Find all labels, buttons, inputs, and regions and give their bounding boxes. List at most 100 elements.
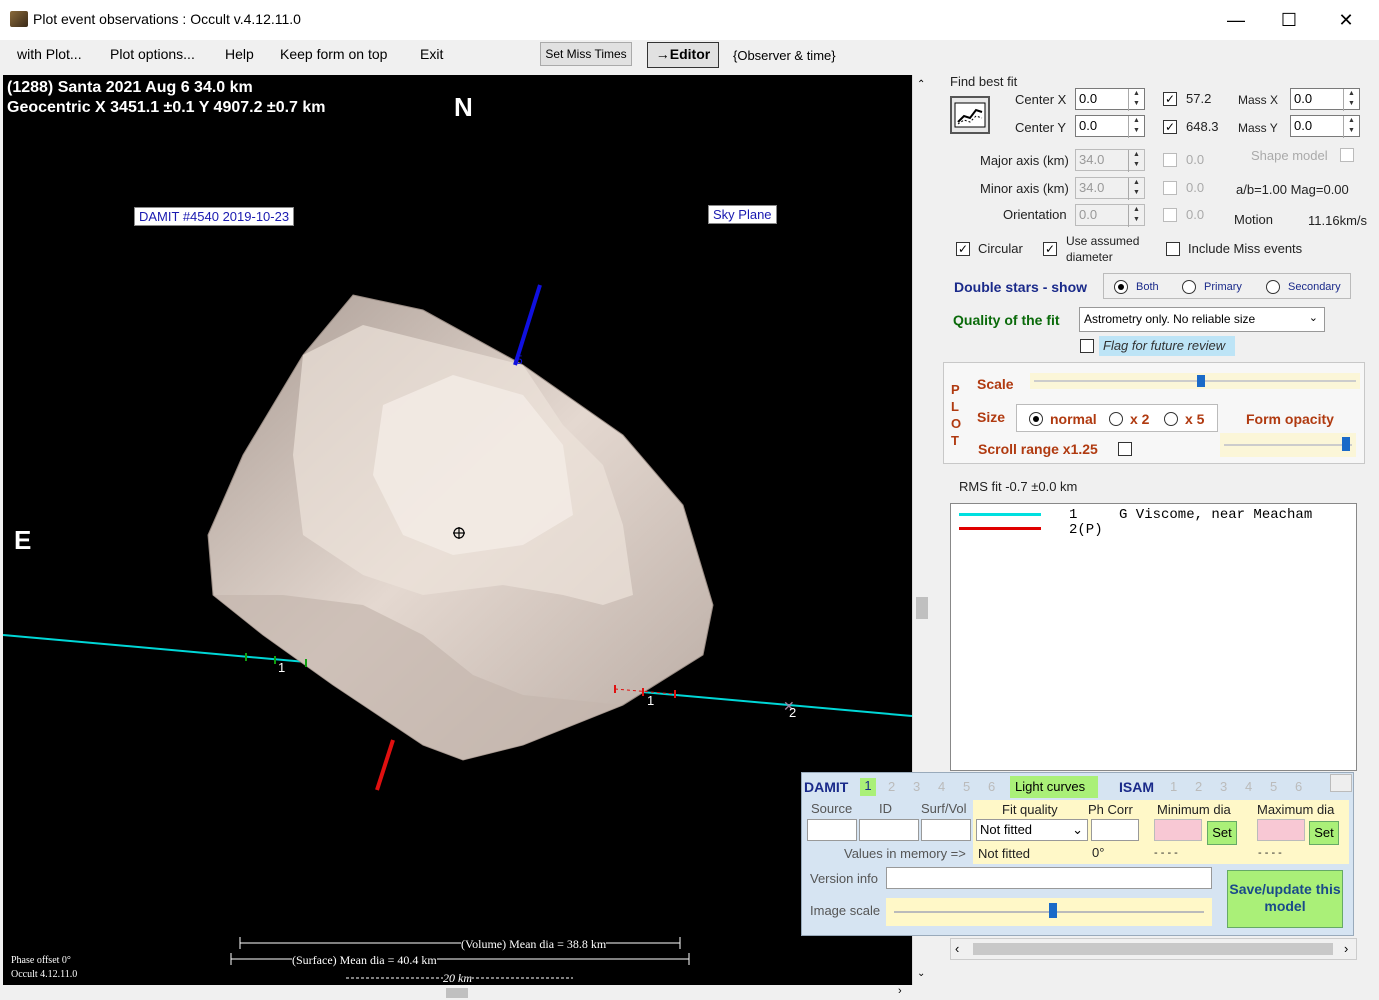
light-curves-button[interactable]: Light curves: [1010, 776, 1098, 798]
title-bar: Plot event observations : Occult v.4.12.…: [0, 0, 1379, 40]
damit-tab-4[interactable]: 4: [938, 779, 945, 794]
editor-button[interactable]: →Editor: [647, 42, 719, 68]
scroll-right-icon[interactable]: ›: [1344, 941, 1348, 956]
menu-exit[interactable]: Exit: [420, 46, 443, 62]
max-dia-set-button[interactable]: Set: [1309, 821, 1339, 845]
legend-hscroll-thumb[interactable]: [973, 943, 1333, 955]
major-axis-input[interactable]: 34.0 ▲ ▼: [1075, 149, 1145, 172]
damit-tab-6[interactable]: 6: [988, 779, 995, 794]
plot-horizontal-scrollbar[interactable]: ›: [3, 985, 912, 1000]
menu-keep-on-top[interactable]: Keep form on top: [280, 46, 387, 62]
quality-select[interactable]: Astrometry only. No reliable size ⌄: [1079, 307, 1325, 332]
observer-time-button[interactable]: {Observer & time}: [733, 48, 836, 63]
circular-check[interactable]: ✓: [956, 242, 970, 256]
ph-corr-field[interactable]: [1091, 819, 1139, 841]
isam-tab-5[interactable]: 5: [1270, 779, 1277, 794]
flag-review-check[interactable]: [1080, 339, 1094, 353]
minimize-button[interactable]: —: [1210, 0, 1262, 40]
image-scale-thumb[interactable]: [1049, 903, 1057, 918]
quality-label: Quality of the fit: [953, 312, 1060, 328]
scroll-thumb[interactable]: [916, 597, 928, 619]
damit-tab-2[interactable]: 2: [888, 779, 895, 794]
isam-tab-2[interactable]: 2: [1195, 779, 1202, 794]
scale-slider[interactable]: [1030, 373, 1360, 389]
min-dia-set-button[interactable]: Set: [1207, 821, 1237, 845]
fit-quality-select[interactable]: Not fitted ⌄: [976, 819, 1088, 841]
window-title: Plot event observations : Occult v.4.12.…: [33, 11, 301, 27]
minor-axis-input[interactable]: 34.0 ▲ ▼: [1075, 177, 1145, 200]
use-assumed-label-2: diameter: [1066, 250, 1113, 264]
orientation-input[interactable]: 0.0 ▲ ▼: [1075, 204, 1145, 227]
isam-tab-1[interactable]: 1: [1170, 779, 1177, 794]
check-648[interactable]: ✓: [1163, 120, 1177, 134]
maximize-button[interactable]: ☐: [1263, 0, 1315, 40]
legend-line-1: [959, 513, 1041, 516]
center-x-input[interactable]: 0.0 ▲ ▼: [1075, 88, 1145, 111]
center-y-input[interactable]: 0.0 ▲ ▼: [1075, 115, 1145, 138]
south-pole-line: [375, 739, 395, 791]
east-label: E: [14, 525, 32, 555]
size-x5-radio[interactable]: [1164, 412, 1178, 426]
set-miss-times-button[interactable]: Set Miss Times: [540, 42, 632, 66]
isam-tab-6[interactable]: 6: [1295, 779, 1302, 794]
include-miss-check[interactable]: [1166, 242, 1180, 256]
menu-plot-options[interactable]: Plot options...: [110, 46, 195, 62]
source-field[interactable]: [807, 819, 857, 841]
scroll-up-icon[interactable]: ⌃: [917, 79, 925, 90]
hscroll-right-icon[interactable]: ›: [898, 985, 902, 997]
image-scale-slider[interactable]: [886, 898, 1212, 926]
close-button[interactable]: ✕: [1320, 0, 1372, 40]
surf-vol-field[interactable]: [921, 819, 971, 841]
shape-model-check[interactable]: [1340, 148, 1354, 162]
surf-vol-label: Surf/Vol: [921, 801, 967, 816]
damit-tab-1[interactable]: 1: [860, 778, 876, 796]
size-x2-radio[interactable]: [1109, 412, 1123, 426]
isam-tab-4[interactable]: 4: [1245, 779, 1252, 794]
check-major[interactable]: [1163, 153, 1177, 167]
use-assumed-check[interactable]: ✓: [1043, 242, 1057, 256]
id-field[interactable]: [859, 819, 919, 841]
id-label: ID: [879, 801, 892, 816]
ds-primary-label: Primary: [1204, 281, 1242, 293]
ds-secondary-radio[interactable]: [1266, 280, 1280, 294]
center-y-label: Center Y: [1015, 120, 1067, 135]
major-axis-label: Major axis (km): [980, 153, 1069, 168]
isam-tab-3[interactable]: 3: [1220, 779, 1227, 794]
plot-header-line2: Geocentric X 3451.1 ±0.1 Y 4907.2 ±0.7 k…: [7, 99, 326, 116]
check-minor[interactable]: [1163, 181, 1177, 195]
mass-x-input[interactable]: 0.0 ▲ ▼: [1290, 88, 1360, 111]
plot-panel: PLOT Scale Size normal x 2 x 5 Form opac…: [943, 362, 1365, 464]
best-fit-button[interactable]: [950, 96, 990, 134]
legend-hscrollbar[interactable]: ‹ ›: [950, 938, 1357, 960]
chart-icon: [954, 102, 986, 128]
max-dia-field[interactable]: [1257, 819, 1305, 841]
opacity-slider-thumb[interactable]: [1341, 437, 1350, 451]
max-dia-memory: - - - -: [1258, 847, 1282, 859]
ds-primary-radio[interactable]: [1182, 280, 1196, 294]
scroll-range-check[interactable]: [1118, 442, 1132, 456]
damit-close-button[interactable]: [1330, 774, 1352, 792]
min-dia-field[interactable]: [1154, 819, 1202, 841]
size-normal-radio[interactable]: [1029, 412, 1043, 426]
check-orient[interactable]: [1163, 208, 1177, 222]
check-57[interactable]: ✓: [1163, 92, 1177, 106]
double-stars-label: Double stars - show: [954, 279, 1088, 295]
ds-both-radio[interactable]: [1114, 280, 1128, 294]
scroll-left-icon[interactable]: ‹: [955, 941, 959, 956]
menu-help[interactable]: Help: [225, 46, 254, 62]
menu-with-plot[interactable]: with Plot...: [17, 46, 82, 62]
mass-y-input[interactable]: 0.0 ▲ ▼: [1290, 115, 1360, 138]
damit-tab-5[interactable]: 5: [963, 779, 970, 794]
motion-value: 11.16km/s: [1308, 213, 1368, 228]
hscroll-thumb[interactable]: [446, 988, 468, 998]
scale-slider-thumb[interactable]: [1197, 375, 1206, 387]
version-info-field[interactable]: [886, 867, 1212, 889]
save-update-model-button[interactable]: Save/update this model: [1227, 870, 1343, 928]
plot-canvas[interactable]: ✕ (1288) Santa 2021 Aug 6 34.0 km Geocen…: [3, 75, 912, 985]
opacity-slider[interactable]: [1220, 433, 1356, 457]
rms-fit: RMS fit -0.7 ±0.0 km: [959, 479, 1078, 494]
check-orient-label: 0.0: [1186, 207, 1205, 222]
damit-tab-3[interactable]: 3: [913, 779, 920, 794]
minor-axis-label: Minor axis (km): [980, 181, 1069, 196]
scroll-down-icon[interactable]: ⌄: [917, 968, 925, 979]
